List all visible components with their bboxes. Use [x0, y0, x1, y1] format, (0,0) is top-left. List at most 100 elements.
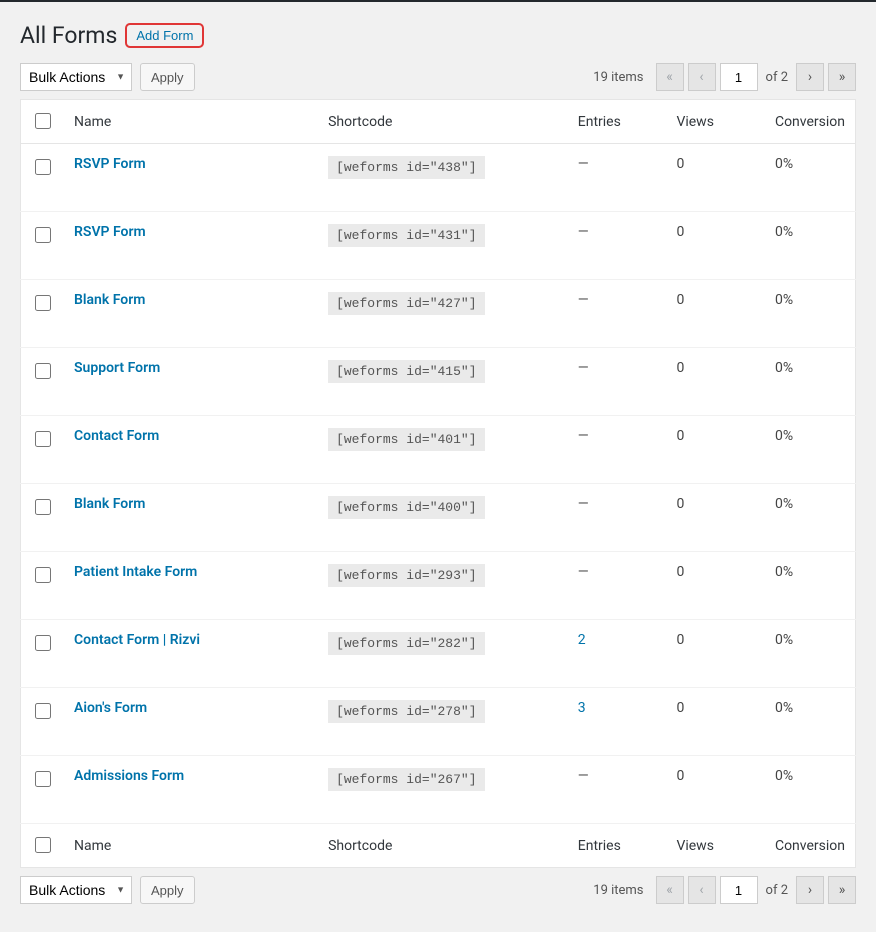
col-entries: Entries	[568, 100, 667, 144]
shortcode-text[interactable]: [weforms id="278"]	[328, 700, 484, 723]
table-row: RSVP Form[weforms id="431"]—00%	[21, 212, 856, 280]
bulk-actions-top: Bulk Actions Apply	[20, 63, 195, 91]
form-name-link[interactable]: Blank Form	[74, 292, 145, 308]
views-value: 0	[676, 156, 684, 172]
apply-button-bottom[interactable]: Apply	[140, 876, 195, 904]
form-name-link[interactable]: Contact Form	[74, 428, 159, 444]
conversion-value: 0%	[775, 428, 793, 444]
table-row: Blank Form [weforms id="400"] — 0 0%	[21, 484, 856, 552]
conversion-value: 0%	[775, 224, 793, 240]
shortcode-text[interactable]: [weforms id="415"]	[328, 360, 484, 383]
last-page-button[interactable]: »	[828, 63, 856, 91]
col-conversion: Conversion	[765, 100, 856, 144]
bulk-actions-select-top[interactable]: Bulk Actions	[20, 63, 132, 91]
select-all-bottom[interactable]	[35, 837, 51, 853]
form-name-link[interactable]: Aion's Form	[74, 700, 147, 716]
next-page-button[interactable]: ›	[796, 63, 824, 91]
pagination-bottom: 19 items « ‹ of 2 › »	[593, 876, 856, 904]
add-form-button[interactable]: Add Form	[125, 23, 204, 48]
conversion-value: 0%	[775, 292, 793, 308]
tablenav-top: Bulk Actions Apply 19 items « ‹ of 2 › »	[20, 63, 856, 91]
pagination-top: 19 items « ‹ of 2 › »	[593, 63, 856, 91]
entries-value: —	[578, 156, 589, 172]
conversion-value: 0%	[775, 700, 793, 716]
conversion-value: 0%	[775, 632, 793, 648]
tablenav-bottom: Bulk Actions Apply 19 items « ‹ of 2 › »	[20, 876, 856, 904]
row-checkbox[interactable]	[35, 771, 51, 787]
entries-value: —	[578, 496, 589, 512]
entries-value: —	[578, 360, 589, 376]
shortcode-text[interactable]: [weforms id="282"]	[328, 632, 484, 655]
page-header: All Forms Add Form	[20, 22, 856, 49]
table-row: Support Form [weforms id="415"] — 0 0%	[21, 348, 856, 416]
row-checkbox[interactable]	[35, 363, 51, 379]
current-page-input[interactable]	[720, 63, 758, 91]
bulk-actions-select-bottom[interactable]: Bulk Actions	[20, 876, 132, 904]
form-name-link[interactable]: Blank Form	[74, 496, 145, 512]
row-checkbox[interactable]	[35, 703, 51, 719]
current-page-input-bottom[interactable]	[720, 876, 758, 904]
form-name-link[interactable]: Support Form	[74, 360, 160, 376]
row-checkbox[interactable]	[35, 499, 51, 515]
form-name-link[interactable]: RSVP Form	[74, 156, 146, 172]
shortcode-text[interactable]: [weforms id="427"]	[328, 292, 484, 315]
prev-page-button-bottom[interactable]: ‹	[688, 876, 716, 904]
views-value: 0	[676, 564, 684, 580]
form-name-link[interactable]: Admissions Form	[74, 768, 184, 784]
table-row: Patient Intake Form[weforms id="293"]—00…	[21, 552, 856, 620]
first-page-button[interactable]: «	[656, 63, 684, 91]
conversion-value: 0%	[775, 496, 793, 512]
col-views-footer: Views	[666, 824, 765, 868]
entries-value: —	[578, 224, 589, 240]
form-name-link[interactable]: Contact Form | Rizvi	[74, 632, 200, 648]
row-checkbox[interactable]	[35, 295, 51, 311]
row-checkbox[interactable]	[35, 159, 51, 175]
shortcode-text[interactable]: [weforms id="431"]	[328, 224, 484, 247]
shortcode-text[interactable]: [weforms id="293"]	[328, 564, 484, 587]
row-checkbox[interactable]	[35, 431, 51, 447]
row-checkbox[interactable]	[35, 635, 51, 651]
entries-value: —	[578, 292, 589, 308]
views-value: 0	[676, 496, 684, 512]
bulk-actions-bottom: Bulk Actions Apply	[20, 876, 195, 904]
conversion-value: 0%	[775, 156, 793, 172]
shortcode-text[interactable]: [weforms id="400"]	[328, 496, 484, 519]
conversion-value: 0%	[775, 768, 793, 784]
entries-link[interactable]: 3	[578, 700, 586, 716]
prev-page-button[interactable]: ‹	[688, 63, 716, 91]
last-page-button-bottom[interactable]: »	[828, 876, 856, 904]
select-all-top[interactable]	[35, 113, 51, 129]
views-value: 0	[676, 700, 684, 716]
entries-value: —	[578, 428, 589, 444]
col-name-footer[interactable]: Name	[64, 824, 318, 868]
row-checkbox[interactable]	[35, 567, 51, 583]
conversion-value: 0%	[775, 360, 793, 376]
shortcode-text[interactable]: [weforms id="438"]	[328, 156, 484, 179]
col-conversion-footer: Conversion	[765, 824, 856, 868]
form-name-link[interactable]: RSVP Form	[74, 224, 146, 240]
col-shortcode: Shortcode	[318, 100, 568, 144]
of-text: of 2	[766, 70, 788, 85]
table-row: Blank Form[weforms id="427"]—00%	[21, 280, 856, 348]
shortcode-text[interactable]: [weforms id="401"]	[328, 428, 484, 451]
entries-link[interactable]: 2	[578, 632, 586, 648]
row-checkbox[interactable]	[35, 227, 51, 243]
entries-value: —	[578, 768, 589, 784]
first-page-button-bottom[interactable]: «	[656, 876, 684, 904]
col-entries-footer: Entries	[568, 824, 667, 868]
views-value: 0	[676, 632, 684, 648]
form-name-link[interactable]: Patient Intake Form	[74, 564, 197, 580]
items-count: 19 items	[593, 70, 643, 85]
apply-button-top[interactable]: Apply	[140, 63, 195, 91]
forms-table: Name Shortcode Entries Views Conversion …	[20, 99, 856, 868]
table-row: RSVP Form [weforms id="438"] — 0 0%	[21, 144, 856, 212]
views-value: 0	[676, 768, 684, 784]
of-text-bottom: of 2	[766, 883, 788, 898]
shortcode-text[interactable]: [weforms id="267"]	[328, 768, 484, 791]
items-count-bottom: 19 items	[593, 883, 643, 898]
conversion-value: 0%	[775, 564, 793, 580]
next-page-button-bottom[interactable]: ›	[796, 876, 824, 904]
col-views: Views	[666, 100, 765, 144]
views-value: 0	[676, 360, 684, 376]
col-name[interactable]: Name	[64, 100, 318, 144]
